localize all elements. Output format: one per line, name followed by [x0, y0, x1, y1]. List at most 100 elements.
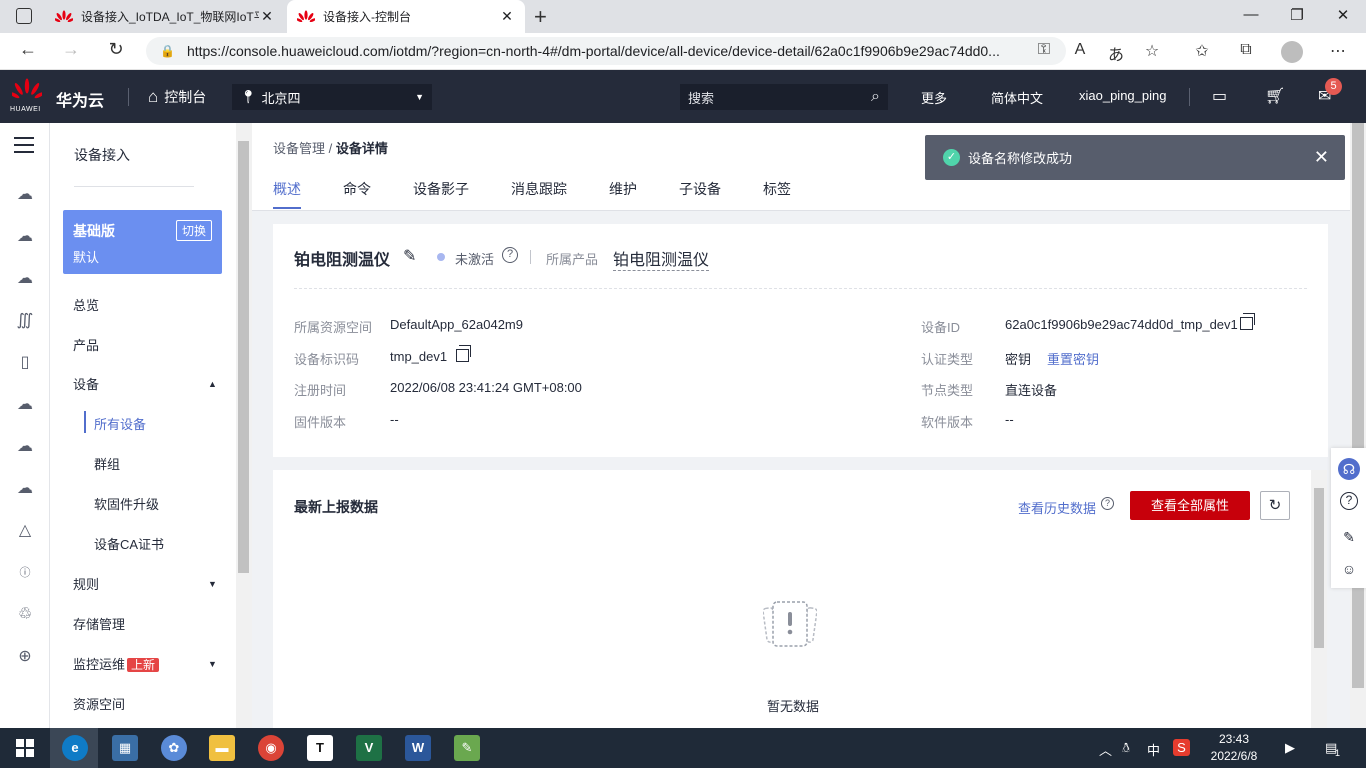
more-menu-icon[interactable]: ⋯	[1324, 41, 1352, 61]
copy-icon[interactable]	[1240, 313, 1255, 330]
browser-tab-iotda[interactable]: 设备接入_IoTDA_IoT_物联网IoT平 ✕	[45, 0, 285, 33]
menu-product[interactable]: 产品	[73, 335, 99, 354]
more-menu[interactable]: 更多	[921, 88, 947, 107]
menu-groups[interactable]: 群组	[94, 454, 120, 473]
key-icon[interactable]: ⚿	[1030, 41, 1058, 59]
visio-icon[interactable]: V	[356, 735, 382, 761]
new-tab-icon[interactable]: +	[534, 4, 547, 30]
tab-overview[interactable]: 概述	[273, 179, 301, 209]
menu-icon[interactable]	[14, 137, 34, 153]
show-desktop-icon[interactable]: ▶	[1285, 740, 1295, 756]
view-history-link[interactable]: 查看历史数据	[1018, 498, 1096, 517]
file-explorer-icon[interactable]: ▬	[209, 735, 235, 761]
brand-name[interactable]: 华为云	[56, 87, 104, 111]
close-tab-icon[interactable]: ✕	[259, 8, 275, 25]
global-search-input[interactable]: 搜索 ⌕	[680, 84, 888, 110]
content-scrollbar[interactable]	[1311, 470, 1327, 728]
cluster-icon[interactable]: ♲	[15, 605, 35, 625]
menu-firmware-upgrade[interactable]: 软固件升级	[94, 494, 159, 513]
menu-overview[interactable]: 总览	[73, 295, 99, 314]
tab-sub-devices[interactable]: 子设备	[679, 179, 721, 209]
cloud-dots-icon[interactable]: ☁	[15, 227, 35, 247]
wave-icon[interactable]: ∭	[15, 311, 35, 331]
huawei-logo[interactable]: HUAWEI	[9, 78, 45, 114]
edit-icon[interactable]: ✎	[403, 246, 416, 266]
ip-icon[interactable]: ⓘ	[15, 563, 35, 583]
side-menu-scrollbar[interactable]	[236, 123, 252, 728]
close-icon[interactable]: ✕	[1314, 147, 1329, 168]
chevron-up-icon[interactable]: ▲	[208, 379, 217, 389]
notepad-icon[interactable]: ✎	[454, 735, 480, 761]
help-icon[interactable]: ?	[502, 247, 518, 263]
forward-icon[interactable]: →	[56, 39, 86, 60]
help-icon[interactable]: ?	[1340, 492, 1358, 510]
add-favorite-icon[interactable]: ☆	[1138, 41, 1166, 61]
menu-all-devices[interactable]: 所有设备	[94, 414, 146, 433]
copy-icon[interactable]	[456, 345, 471, 362]
product-link[interactable]: 铂电阻测温仪	[613, 246, 710, 271]
device-icon[interactable]: ▯	[15, 353, 35, 373]
address-bar[interactable]: 🔒 https://console.huaweicloud.com/iotdm/…	[146, 37, 1066, 65]
cloud-service-icon[interactable]: ☁	[15, 185, 35, 205]
tab-message-trace[interactable]: 消息跟踪	[511, 179, 567, 209]
cloud-network-icon[interactable]: ☁	[15, 479, 35, 499]
language-switch[interactable]: 简体中文	[991, 88, 1043, 107]
menu-rules[interactable]: 规则	[73, 574, 99, 593]
show-hidden-icons[interactable]: ︿	[1099, 740, 1112, 759]
paint-icon[interactable]: ✿	[161, 735, 187, 761]
reset-key-link[interactable]: 重置密钥	[1047, 349, 1099, 368]
help-icon[interactable]: ?	[1101, 497, 1114, 510]
cart-icon[interactable]: 🛒︎	[1265, 86, 1285, 106]
menu-storage[interactable]: 存储管理	[73, 614, 125, 633]
cloud-shell-icon[interactable]: ▭	[1212, 86, 1227, 106]
chevron-down-icon[interactable]: ▼	[208, 659, 217, 669]
close-window-icon[interactable]: ✕	[1320, 6, 1366, 24]
word-icon[interactable]: W	[405, 735, 431, 761]
pyramid-icon[interactable]: △	[15, 521, 35, 541]
page-scrollbar[interactable]	[1350, 123, 1366, 728]
menu-monitoring[interactable]: 监控运维 上新	[73, 654, 160, 673]
tab-maintenance[interactable]: 维护	[609, 179, 637, 209]
view-all-properties-button[interactable]: 查看全部属性	[1130, 491, 1250, 520]
refresh-icon[interactable]: ↻	[1260, 491, 1290, 520]
back-icon[interactable]: ←	[13, 39, 43, 60]
restore-icon[interactable]: ❐	[1274, 6, 1320, 24]
smiley-icon[interactable]: ☺	[1338, 558, 1360, 580]
browser-tab-console[interactable]: 设备接入-控制台 ✕	[287, 0, 525, 33]
edge-browser-icon[interactable]: e	[62, 735, 88, 761]
tab-commands[interactable]: 命令	[343, 179, 371, 209]
tab-tags[interactable]: 标签	[763, 179, 791, 209]
ime-indicator[interactable]: 中	[1147, 740, 1160, 759]
tab-actions-icon[interactable]	[16, 8, 32, 24]
windows-start-icon[interactable]	[12, 735, 38, 761]
minimize-icon[interactable]: —	[1228, 6, 1274, 23]
chrome-icon[interactable]: ◉	[258, 735, 284, 761]
user-menu[interactable]: xiao_ping_ping	[1079, 88, 1166, 103]
headset-icon[interactable]: ☊	[1338, 458, 1360, 480]
cloud-outline-icon[interactable]: ☁	[15, 395, 35, 415]
close-tab-icon[interactable]: ✕	[499, 8, 515, 25]
breadcrumb-device-management[interactable]: 设备管理	[273, 141, 325, 156]
collections-icon[interactable]: ⧉	[1232, 41, 1260, 59]
globe-icon[interactable]: ⊕	[15, 647, 35, 667]
reload-icon[interactable]: ↻	[101, 39, 131, 60]
read-aloud-icon[interactable]: A	[1066, 41, 1094, 59]
switch-edition-button[interactable]: 切换	[175, 220, 212, 241]
qq-icon[interactable]: 🐧︎	[1122, 740, 1130, 757]
favorites-icon[interactable]: ✩	[1188, 41, 1216, 61]
cloud-upload-icon[interactable]: ☁	[15, 437, 35, 457]
profile-avatar[interactable]	[1281, 41, 1303, 63]
cloud-db-icon[interactable]: ☁	[15, 269, 35, 289]
region-select[interactable]: 📍︎ 北京四 ▼	[232, 84, 432, 110]
menu-resource-space[interactable]: 资源空间	[73, 694, 125, 713]
calculator-icon[interactable]: ▦	[112, 735, 138, 761]
console-home-link[interactable]: ⌂ 控制台	[148, 87, 206, 107]
feedback-icon[interactable]: ✎	[1338, 526, 1360, 548]
tab-shadow[interactable]: 设备影子	[413, 179, 469, 209]
sogou-icon[interactable]: S	[1173, 739, 1190, 756]
menu-ca-cert[interactable]: 设备CA证书	[94, 534, 164, 553]
typora-icon[interactable]: T	[307, 735, 333, 761]
menu-device[interactable]: 设备	[73, 374, 99, 393]
translate-icon[interactable]: あ	[1102, 41, 1130, 65]
chevron-down-icon[interactable]: ▼	[208, 579, 217, 589]
